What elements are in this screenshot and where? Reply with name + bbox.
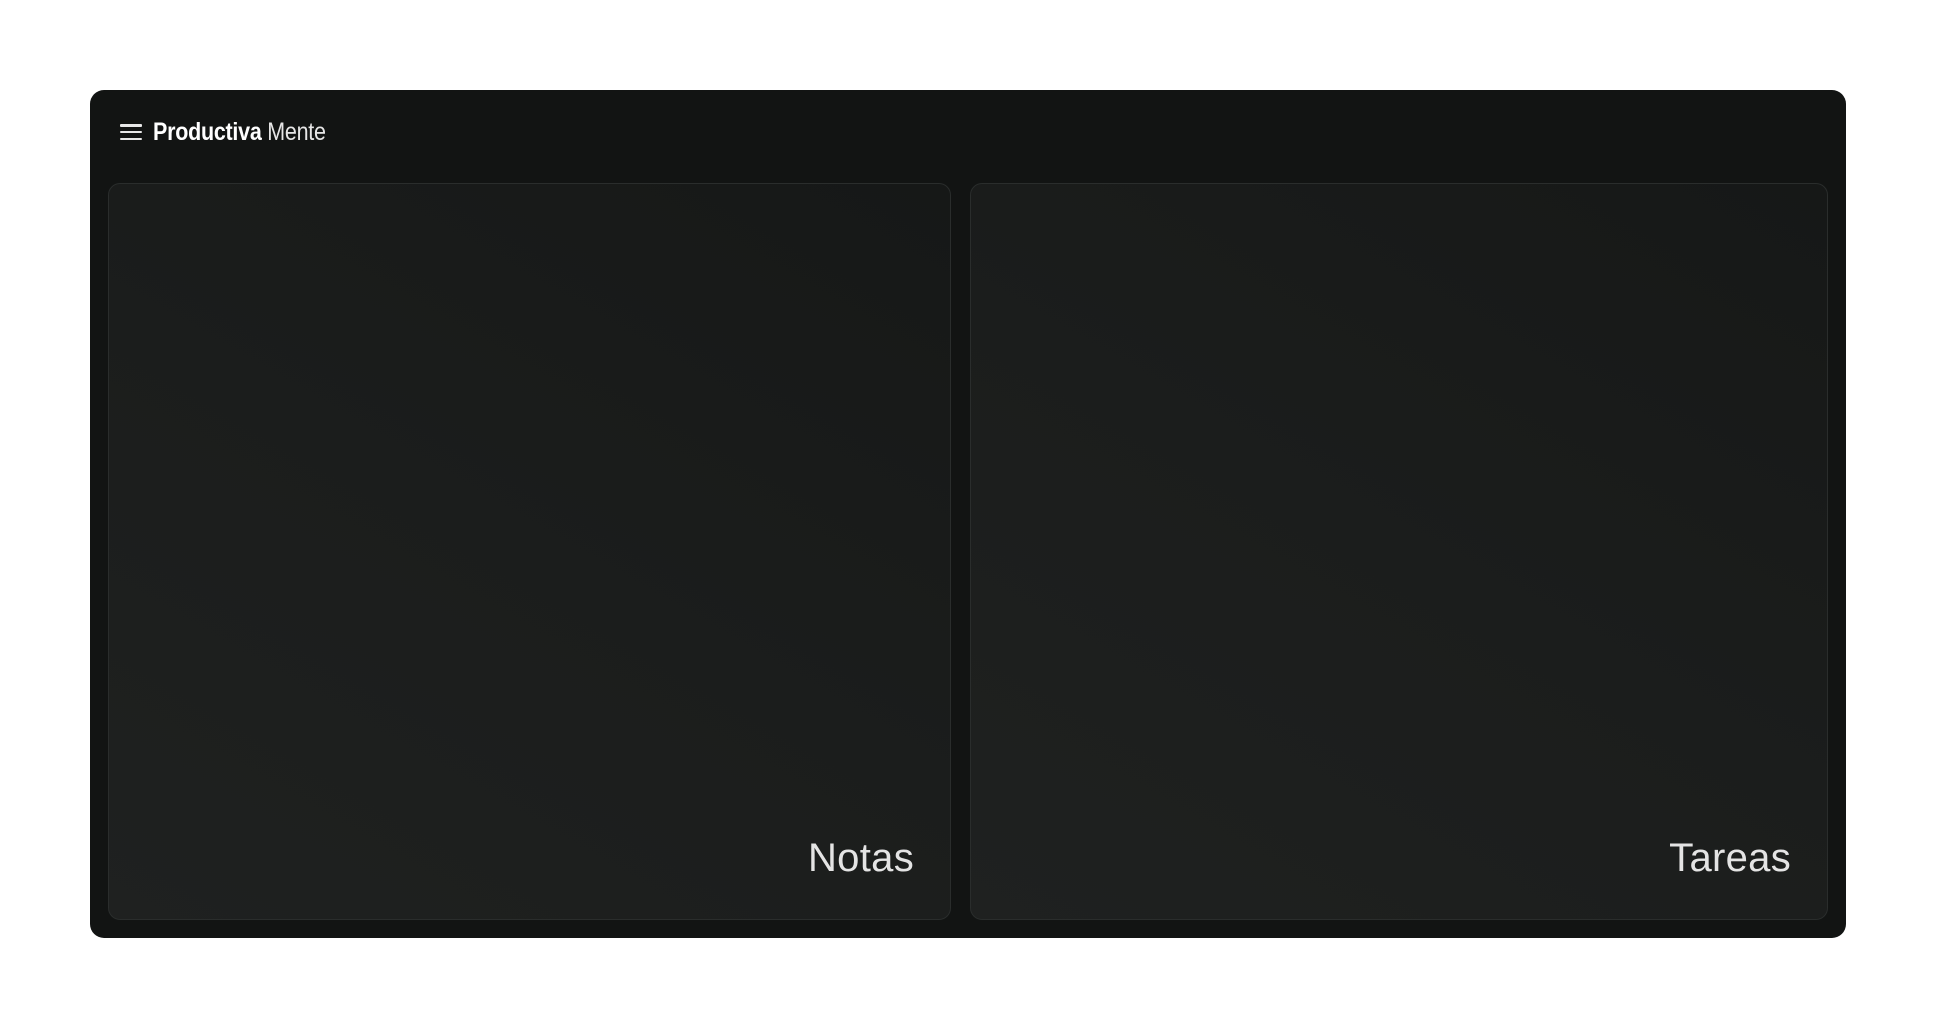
tareas-panel-label: Tareas [1669,836,1791,880]
tareas-panel[interactable]: Tareas [970,183,1828,920]
header: Productiva Mente [120,112,354,152]
menu-icon-bar [120,130,142,134]
menu-icon-bar [120,124,142,127]
app-title-light: Mente [261,117,326,146]
app-title: Productiva Mente [153,118,326,147]
app-window: Productiva Mente Notas Tareas [90,90,1846,938]
menu-icon-bar [120,137,142,140]
notas-panel[interactable]: Notas [108,183,951,920]
hamburger-menu-icon[interactable] [120,124,142,140]
app-title-bold: Productiva [153,117,262,146]
notas-panel-label: Notas [808,836,914,880]
